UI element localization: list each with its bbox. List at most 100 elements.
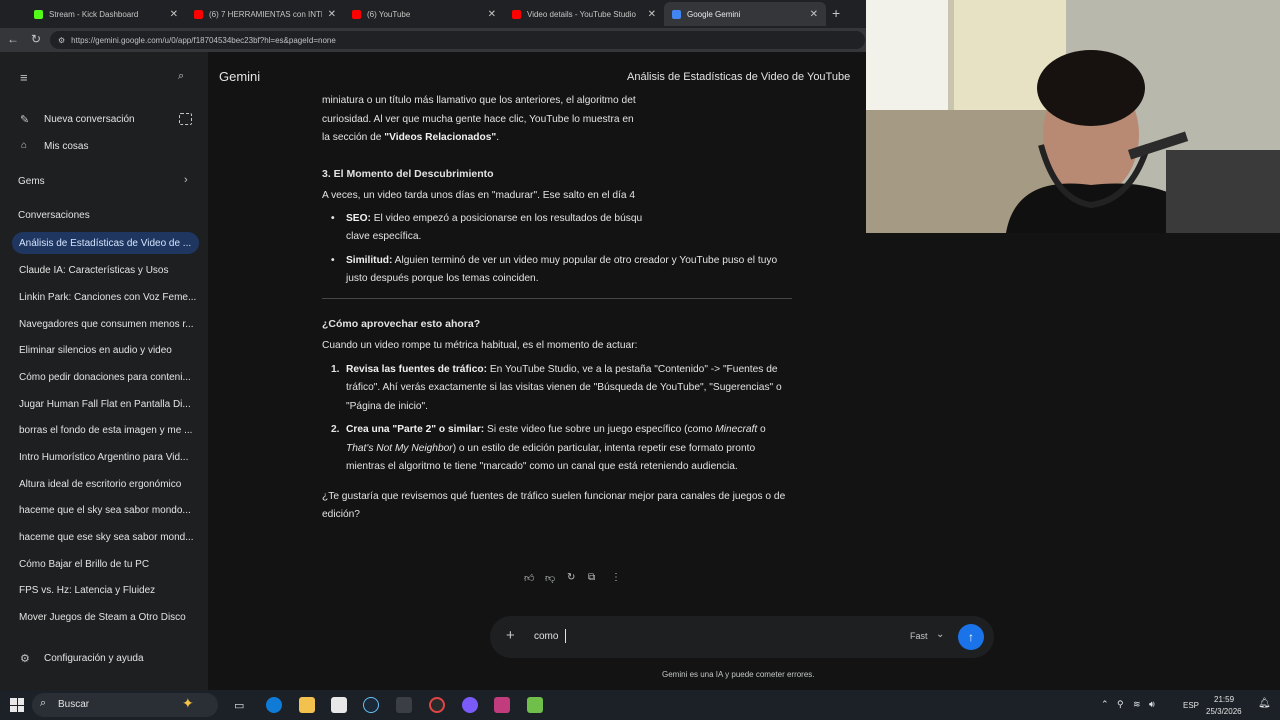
regenerate-icon[interactable]: ↻ [567,572,575,583]
minecraft-icon[interactable] [527,697,543,713]
conversation-item[interactable]: haceme que el sky sea sabor mondo... [12,499,199,521]
browser-tab-studio[interactable]: Video details - YouTube Studio ✕ [504,2,664,26]
conversation-item[interactable]: Linkin Park: Canciones con Voz Feme... [12,286,199,308]
conversation-item[interactable]: haceme que ese sky sea sabor mond... [12,526,199,548]
youtube-studio-icon [512,9,521,19]
send-button[interactable]: ↑ [958,624,984,650]
site-info-icon[interactable]: ⚙ [58,36,65,45]
prompt-input[interactable]: como [534,631,558,642]
conversation-item[interactable]: borras el fondo de esta imagen y me ... [12,419,199,441]
chevron-right-icon[interactable]: › [184,174,188,186]
conversation-item[interactable]: Cómo pedir donaciones para conteni... [12,366,199,388]
thumbs-up-icon[interactable]: 👍︎ [524,572,534,584]
close-icon[interactable]: ✕ [482,9,496,20]
start-button[interactable] [10,698,24,712]
steam-icon[interactable] [363,697,379,713]
conversation-item[interactable]: Eliminar silencios en audio y video [12,339,199,361]
app-title[interactable]: Gemini [219,69,260,84]
capcut-icon[interactable] [331,697,347,713]
conversation-item[interactable]: Intro Humorístico Argentino para Vid... [12,446,199,468]
gems-link[interactable]: Gems [18,176,118,187]
paragraph: miniatura o un título más llamativo que … [322,95,636,106]
my-stuff-icon: ⌂ [21,140,28,151]
clock-date[interactable]: 25/3/2026 [1206,707,1242,716]
more-options-icon[interactable]: ⋮ [611,572,621,583]
controller-app-icon[interactable] [396,697,412,713]
menu-icon[interactable]: ≡ [20,70,28,85]
tab-label: (6) 7 HERRAMIENTAS con INTELIG [209,9,322,19]
browser-tab-gemini[interactable]: Google Gemini ✕ [664,2,826,26]
section-heading: 3. El Momento del Descubrimiento [322,167,494,180]
bullet-item: • Similitud: Alguien terminó de ver un vi… [331,254,778,285]
bullet-item: • SEO: El video empezó a posicionarse en … [331,212,643,243]
text-cursor [565,629,566,643]
youtube-icon [194,9,203,19]
network-icon[interactable]: ⚲ [1117,699,1124,710]
file-explorer-icon[interactable] [299,697,315,713]
language-indicator[interactable]: ESP [1183,701,1199,710]
conversation-item[interactable]: Jugar Human Fall Flat en Pantalla Di... [12,393,199,415]
conversation-item[interactable]: Mover Juegos de Steam a Otro Disco [12,606,199,628]
obs-icon[interactable] [429,697,445,713]
divider [322,297,792,299]
taskbar-search[interactable]: ⌕ Buscar ✦ [32,693,218,717]
wifi-icon[interactable]: ≋ [1133,699,1141,710]
tab-label: Stream - Kick Dashboard [49,9,139,19]
browser-tab-youtube[interactable]: (6) YouTube ✕ [344,2,504,26]
edge-icon[interactable] [266,697,282,713]
paragraph: A veces, un video tarda unos días en "ma… [322,190,636,201]
onenote-icon[interactable] [494,697,510,713]
paragraph: Cuando un video rompe tu métrica habitua… [322,340,638,351]
chat-title[interactable]: Análisis de Estadísticas de Video de You… [627,71,850,83]
sidebar: ≡ ⌕ ✎ Nueva conversación ⌂ Mis cosas Gem… [0,52,208,690]
plus-icon[interactable]: + [506,627,515,644]
close-icon[interactable]: ✕ [164,9,178,20]
task-view-icon[interactable]: ▭ [234,699,244,712]
volume-icon[interactable]: 🔊︎ [1149,699,1155,710]
chevron-up-icon[interactable]: ⌃ [1101,699,1109,710]
copy-icon[interactable]: ⧉ [588,572,595,583]
notifications-icon[interactable]: 🔔︎ [1258,698,1271,709]
browser-tab-herramientas[interactable]: (6) 7 HERRAMIENTAS con INTELIG ✕ [186,2,344,26]
model-selector[interactable]: Fast [910,631,928,641]
conversation-item[interactable]: FPS vs. Hz: Latencia y Fluidez [12,579,199,601]
settings-icon: ⚙ [20,653,30,665]
new-tab-button[interactable]: + [832,5,840,21]
conversations-heading: Conversaciones [18,210,90,221]
conversation-item[interactable]: Cómo Bajar el Brillo de tu PC [12,553,199,575]
conversation-item[interactable]: Navegadores que consumen menos r... [12,313,199,335]
clock-time[interactable]: 21:59 [1214,695,1234,704]
temporary-chat-icon[interactable] [179,113,192,125]
tab-label: Video details - YouTube Studio [527,9,636,19]
conversation-item[interactable]: Altura ideal de escritorio ergonómico [12,473,199,495]
paragraph: la sección de "Videos Relacionados". [322,132,500,143]
kick-icon [34,9,43,19]
back-icon[interactable]: ← [7,32,19,46]
conversation-item[interactable]: Claude IA: Características y Usos [12,259,199,281]
sparkle-icon: ✦ [182,695,194,711]
my-stuff-link[interactable]: Mis cosas [44,141,164,152]
tab-label: (6) YouTube [367,9,411,19]
disclaimer: Gemini es una IA y puede cometer errores… [662,670,815,679]
close-icon[interactable]: ✕ [804,9,818,20]
chevron-down-icon[interactable]: ⌄ [936,629,944,640]
browser-tab-kick[interactable]: Stream - Kick Dashboard ✕ [26,2,186,26]
taskbar-search-label: Buscar [58,699,90,710]
close-icon[interactable]: ✕ [642,9,656,20]
url-field[interactable]: ⚙ https://gemini.google.com/u/0/app/f187… [50,31,865,49]
webcam-overlay [866,0,1280,233]
close-icon[interactable]: ✕ [322,9,336,20]
new-chat-button[interactable]: Nueva conversación [44,114,164,125]
webcam-feed [866,0,1280,233]
gemini-icon [672,9,681,19]
conversation-item[interactable]: Análisis de Estadísticas de Video de ... [12,232,199,254]
settings-help-link[interactable]: Configuración y ayuda [44,653,194,664]
thumbs-down-icon[interactable]: 👎︎ [545,572,555,584]
paragraph: curiosidad. Al ver que mucha gente hace … [322,113,634,125]
discord-icon[interactable] [462,697,478,713]
reload-icon[interactable]: ↻ [31,32,41,46]
search-icon[interactable]: ⌕ [178,70,184,83]
search-icon: ⌕ [40,697,47,709]
paragraph: ¿Te gustaría que revisemos qué fuentes d… [322,490,786,521]
youtube-icon [352,9,361,19]
